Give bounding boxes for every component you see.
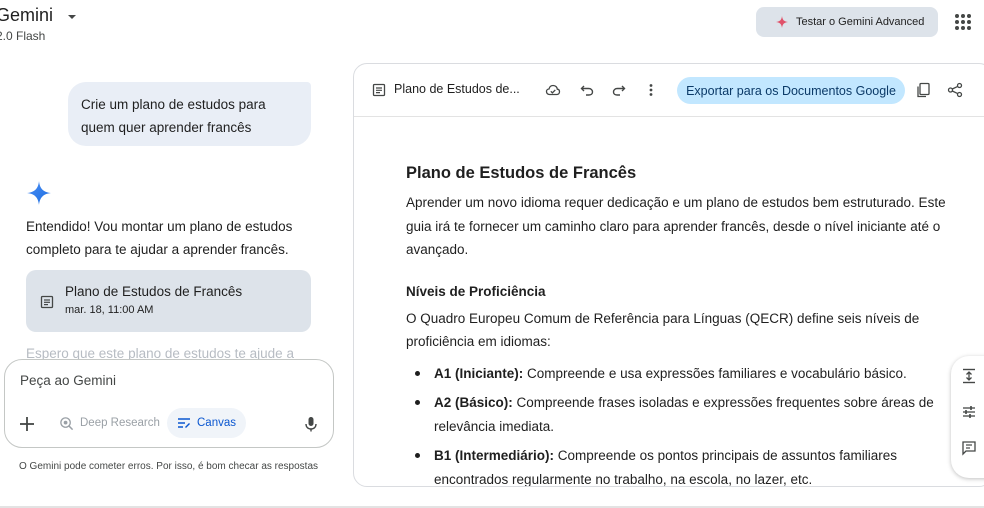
advanced-button-label: Testar o Gemini Advanced xyxy=(796,16,925,28)
list-item: B1 (Intermediário): Compreende os pontos… xyxy=(406,444,946,486)
document-heading: Plano de Estudos de Francês xyxy=(406,164,637,182)
user-message: Crie um plano de estudos para quem quer … xyxy=(68,82,311,146)
export-docs-button[interactable]: Exportar para os Documentos Google xyxy=(677,77,905,104)
deep-research-button[interactable]: Deep Research xyxy=(49,408,170,438)
document-card-title: Plano de Estudos de Francês xyxy=(65,284,243,299)
document-body: Plano de Estudos de Francês Aprender um … xyxy=(406,164,946,486)
suggest-edits-icon[interactable] xyxy=(961,440,977,456)
document-card-date: mar. 18, 11:00 AM xyxy=(65,304,154,316)
panel-header: Plano de Estudos de... Exportar para os … xyxy=(354,64,984,117)
reply-line: completo para te ajudar a aprender franc… xyxy=(26,242,289,257)
add-icon[interactable] xyxy=(18,415,36,433)
level-label: A2 (Básico): xyxy=(434,395,513,410)
copy-icon[interactable] xyxy=(915,82,931,98)
apps-grid-icon[interactable] xyxy=(954,13,972,31)
microphone-icon[interactable] xyxy=(302,415,320,433)
canvas-button[interactable]: Canvas xyxy=(167,408,246,438)
list-item: A2 (Básico): Compreende frases isoladas … xyxy=(406,391,946,438)
prompt-box: Deep Research Canvas xyxy=(4,359,334,448)
user-message-line: quem quer aprender francês xyxy=(81,120,252,135)
adjust-length-icon[interactable] xyxy=(961,368,977,384)
faded-reply-text: Espero que este plano de estudos te ajud… xyxy=(26,346,294,360)
disclaimer: O Gemini pode cometer erros. Por isso, é… xyxy=(19,461,319,472)
level-text: Compreende e usa expressões familiares e… xyxy=(523,365,907,381)
canvas-label: Canvas xyxy=(197,417,236,429)
section-paragraph: O Quadro Europeu Comum de Referência par… xyxy=(406,310,920,350)
canvas-icon xyxy=(178,418,190,428)
prompt-input[interactable] xyxy=(20,373,300,388)
gemini-sparkle-icon xyxy=(27,181,51,205)
deep-research-label: Deep Research xyxy=(80,417,160,429)
tune-icon[interactable] xyxy=(961,404,977,420)
sparkle-icon xyxy=(776,16,788,28)
share-icon[interactable] xyxy=(947,82,963,98)
more-vert-icon[interactable] xyxy=(643,82,659,98)
reply-line: Entendido! Vou montar um plano de estudo… xyxy=(26,219,293,234)
level-label: B1 (Intermediário): xyxy=(434,448,555,463)
document-card[interactable]: Plano de Estudos de Francês mar. 18, 11:… xyxy=(26,270,311,332)
level-label: A1 (Iniciante): xyxy=(434,365,524,381)
model-switcher[interactable]: Gemini 2.0 Flash xyxy=(0,5,79,43)
edit-tools-panel xyxy=(951,356,984,478)
levels-list: A1 (Iniciante): Compreende e usa express… xyxy=(406,362,946,486)
panel-title: Plano de Estudos de... xyxy=(394,82,520,96)
brand-name: Gemini xyxy=(0,5,54,25)
advanced-button[interactable]: Testar o Gemini Advanced xyxy=(756,7,938,37)
deep-research-icon xyxy=(60,416,74,430)
caret-down-icon xyxy=(68,14,77,19)
document-icon xyxy=(40,295,54,309)
section-heading: Níveis de Proficiência xyxy=(406,283,546,299)
redo-icon[interactable] xyxy=(611,82,627,98)
list-item: A1 (Iniciante): Compreende e usa express… xyxy=(406,362,946,386)
undo-icon[interactable] xyxy=(579,82,595,98)
user-message-line: Crie um plano de estudos para xyxy=(81,97,266,112)
document-intro: Aprender um novo idioma requer dedicação… xyxy=(406,195,946,257)
document-icon xyxy=(372,83,386,97)
document-panel: Plano de Estudos de... Exportar para os … xyxy=(353,63,984,487)
cloud-saved-icon[interactable] xyxy=(545,82,561,98)
model-name: 2.0 Flash xyxy=(0,29,46,43)
assistant-reply: Entendido! Vou montar um plano de estudo… xyxy=(26,215,316,261)
